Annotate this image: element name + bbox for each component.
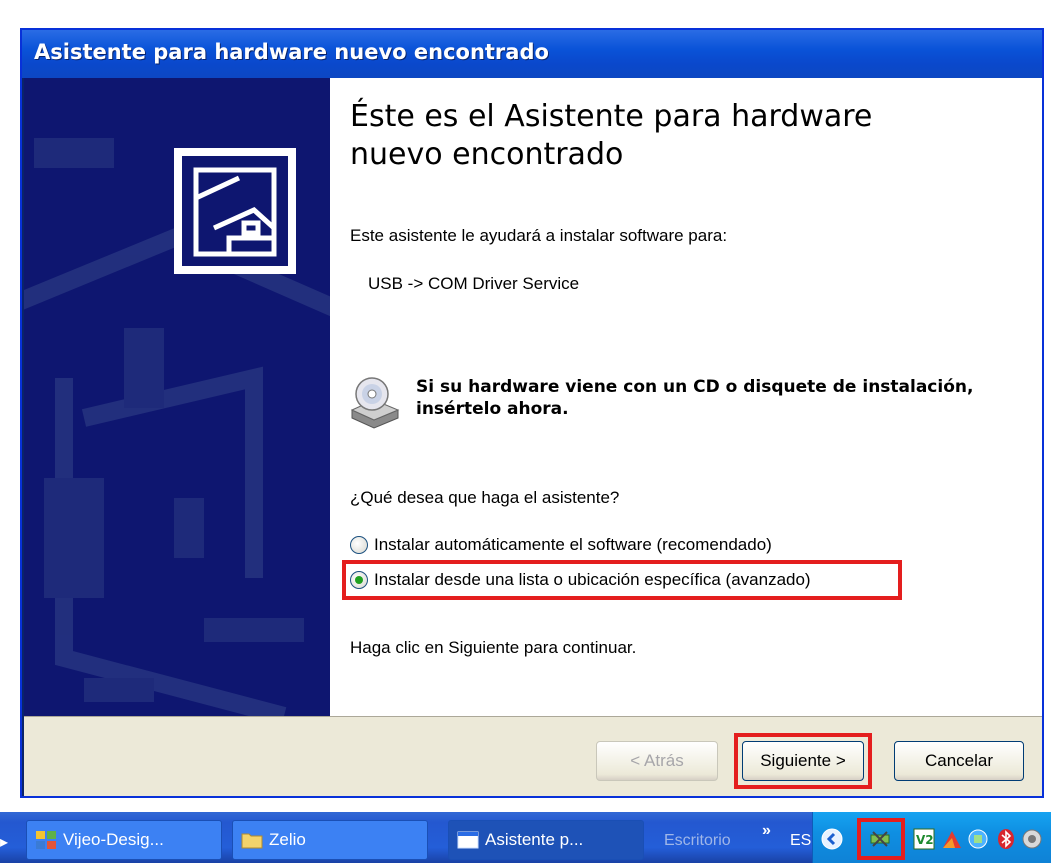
window-icon	[457, 831, 479, 849]
taskbar-button-wizard[interactable]: Asistente p...	[448, 820, 644, 860]
task-label: Asistente p...	[485, 830, 584, 849]
app-triangle-icon[interactable]	[941, 828, 963, 850]
cd-drive-icon	[350, 377, 400, 429]
task-label: Zelio	[269, 830, 306, 849]
radio-install-automatic[interactable]: Instalar automáticamente el software (re…	[350, 533, 772, 557]
taskbar-edge-arrow-icon[interactable]: ▸	[0, 832, 8, 852]
desktop-toolbar-label[interactable]: Escritorio	[664, 832, 731, 850]
tray-expand-icon[interactable]	[821, 828, 843, 850]
vnc-icon[interactable]: V2	[913, 828, 935, 850]
volume-icon[interactable]	[1021, 828, 1043, 850]
network-icon[interactable]	[967, 828, 989, 850]
taskbar-button-zelio[interactable]: Zelio	[232, 820, 428, 860]
cd-prompt-text: Si su hardware viene con un CD o disquet…	[416, 377, 974, 419]
hardware-wizard-window: Asistente para hardware nuevo encontrado	[20, 28, 1044, 798]
wizard-question: ¿Qué desea que haga el asistente?	[350, 488, 620, 507]
wizard-banner	[24, 78, 330, 716]
title-bar[interactable]: Asistente para hardware nuevo encontrado	[22, 30, 1042, 78]
radio-button-checked[interactable]	[350, 571, 368, 589]
taskbar-button-vijeo[interactable]: Vijeo-Desig...	[26, 820, 222, 860]
next-button[interactable]: Siguiente >	[742, 741, 864, 781]
continue-text: Haga clic en Siguiente para continuar.	[350, 638, 637, 657]
vijeo-app-icon	[36, 831, 56, 849]
intro-text: Este asistente le ayudará a instalar sof…	[350, 226, 728, 245]
window-title: Asistente para hardware nuevo encontrado	[34, 40, 549, 64]
safely-remove-hardware-icon[interactable]	[869, 828, 891, 850]
task-label: Vijeo-Desig...	[63, 830, 164, 849]
button-bar: < Atrás Siguiente > Cancelar	[24, 716, 1042, 796]
radio-label: Instalar automáticamente el software (re…	[374, 535, 772, 554]
language-indicator[interactable]: ES	[790, 832, 811, 850]
back-button[interactable]: < Atrás	[596, 741, 718, 781]
taskbar: ▸ Vijeo-Desig... Zelio Asistente p... Es…	[0, 812, 1051, 863]
folder-icon	[241, 833, 263, 849]
banner-artwork	[24, 138, 330, 716]
wizard-content: Éste es el Asistente para hardware nuevo…	[330, 78, 1042, 716]
bluetooth-icon[interactable]	[995, 828, 1017, 850]
toolbar-overflow-icon[interactable]: »	[762, 822, 771, 840]
radio-label: Instalar desde una lista o ubicación esp…	[374, 570, 811, 589]
svg-text:V2: V2	[916, 833, 934, 847]
cancel-button[interactable]: Cancelar	[894, 741, 1024, 781]
wizard-heading: Éste es el Asistente para hardware nuevo…	[350, 99, 873, 172]
cd-prompt-row: Si su hardware viene con un CD o disquet…	[346, 374, 1006, 434]
radio-install-from-list[interactable]: Instalar desde una lista o ubicación esp…	[350, 568, 811, 592]
device-name: USB -> COM Driver Service	[368, 274, 580, 293]
system-tray: V2	[812, 812, 1051, 863]
radio-button[interactable]	[350, 536, 368, 554]
